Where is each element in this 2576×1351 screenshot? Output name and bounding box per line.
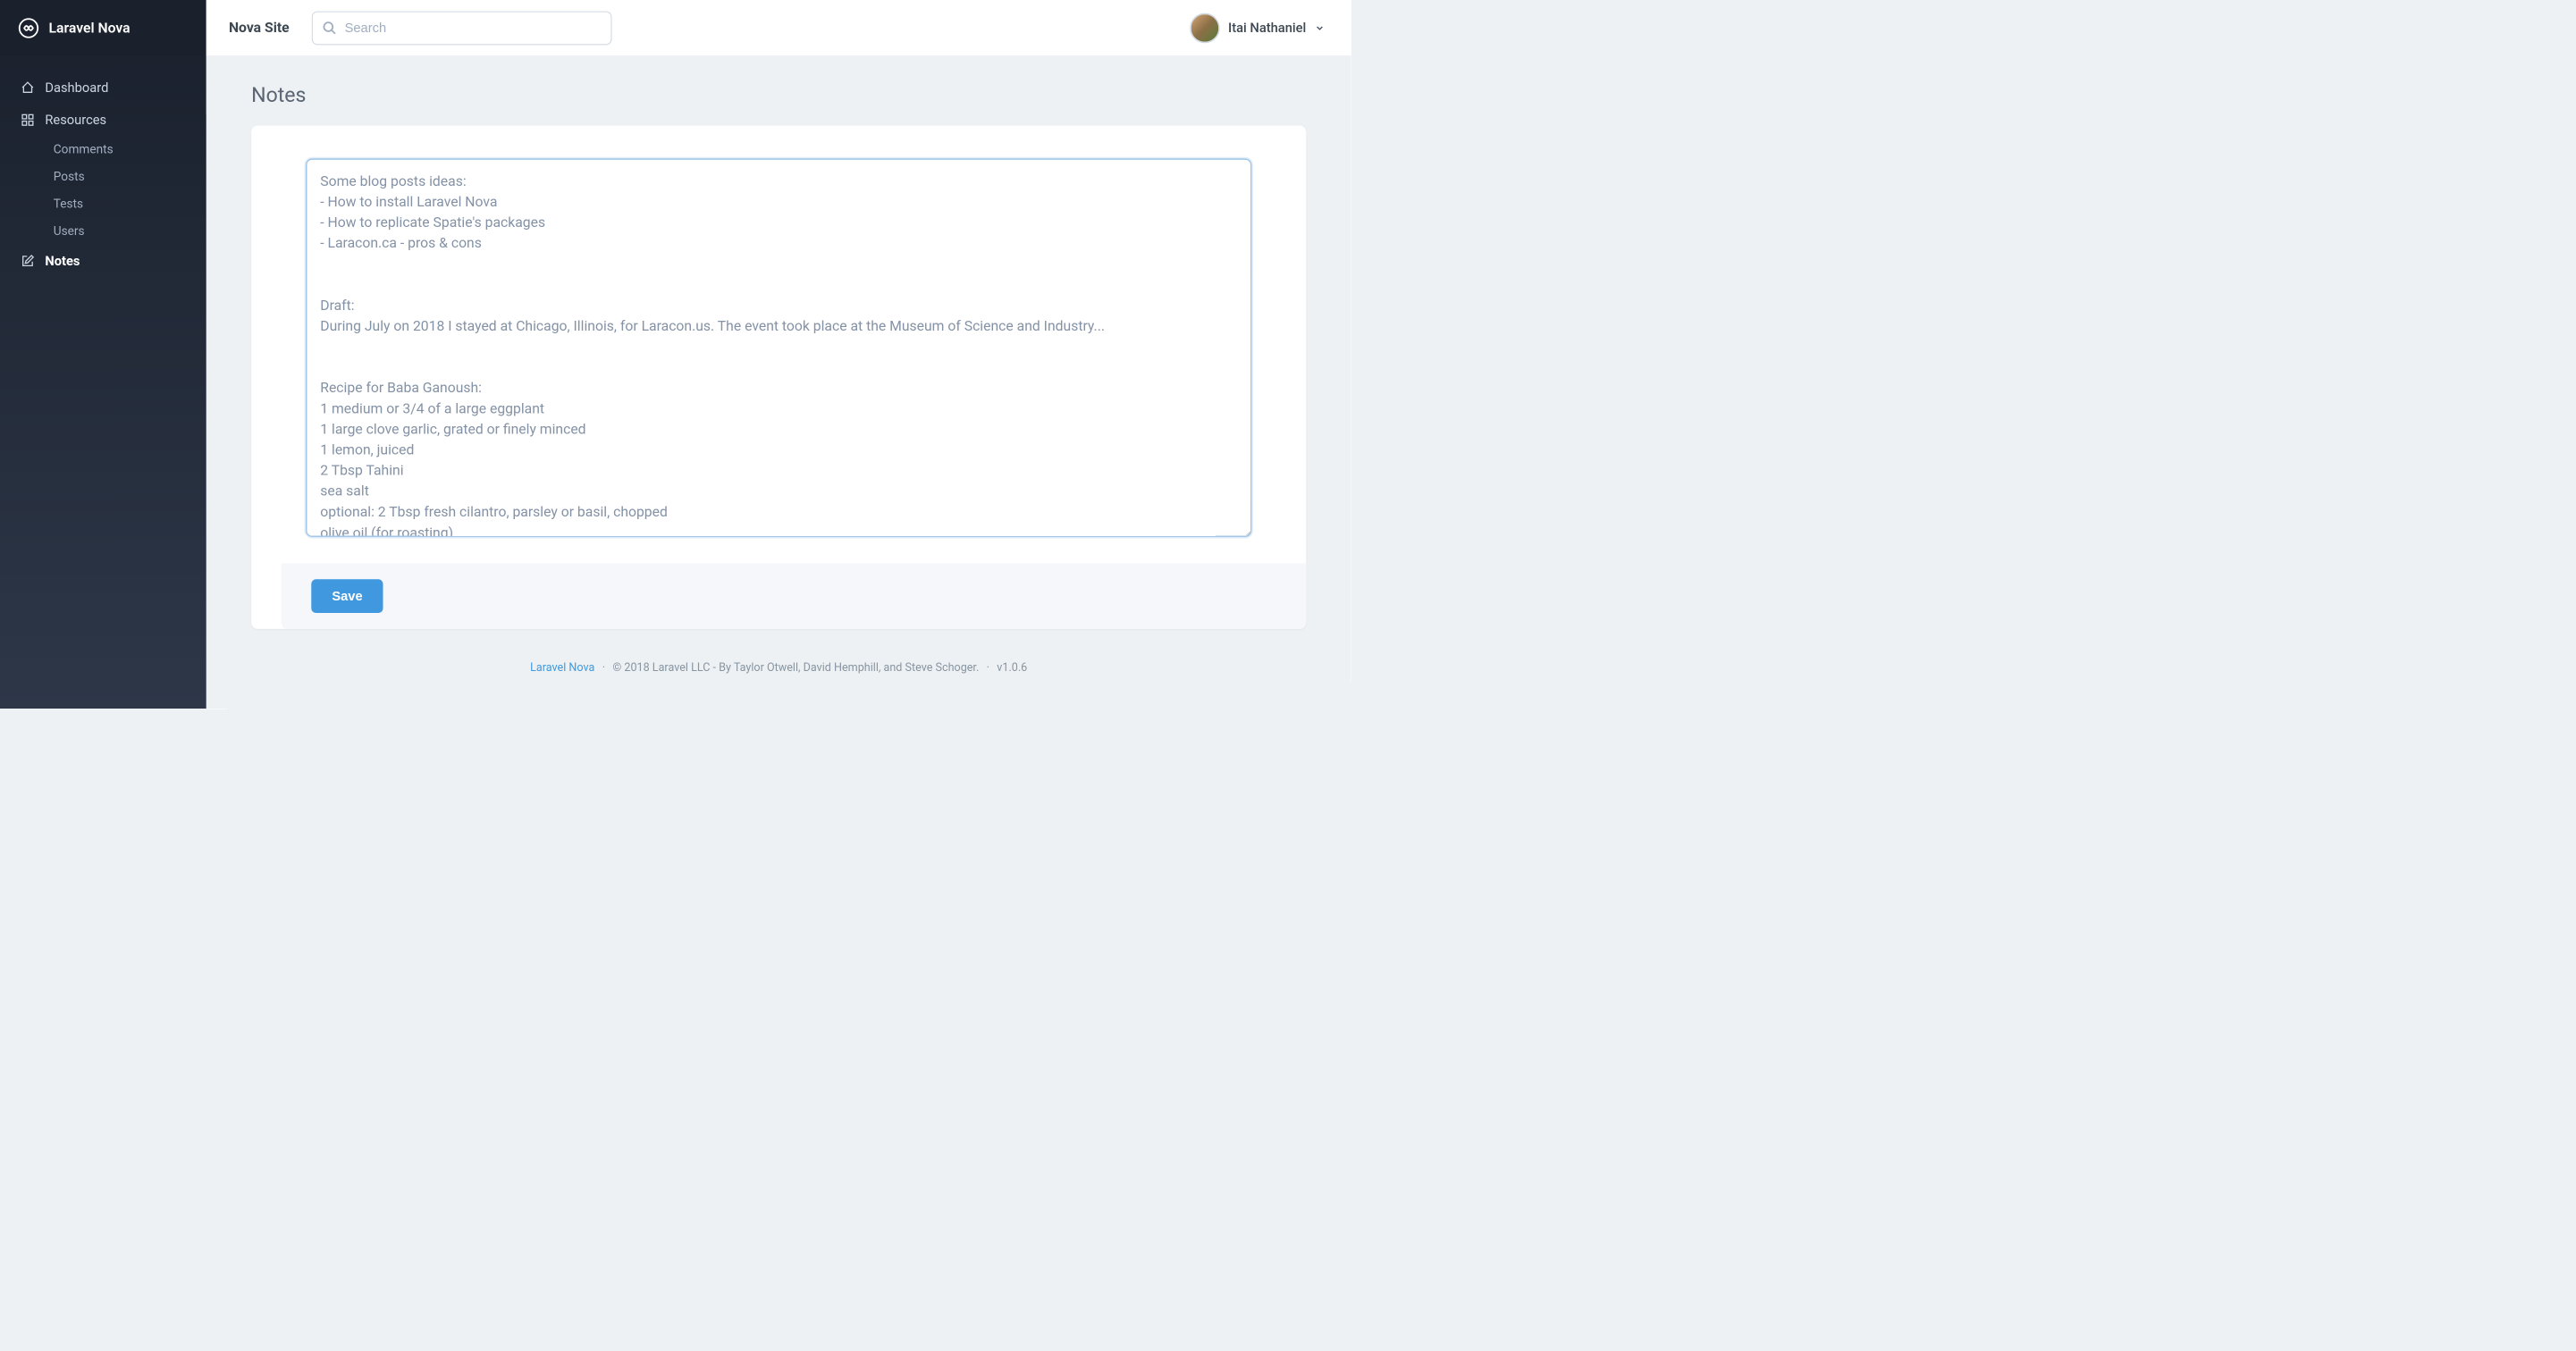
notes-textarea[interactable] bbox=[306, 158, 1251, 537]
main: Nova Site Itai Nathaniel Notes bbox=[206, 0, 1351, 709]
footer-copyright: © 2018 Laravel LLC - By Taylor Otwell, D… bbox=[612, 661, 979, 675]
footer: Laravel Nova · © 2018 Laravel LLC - By T… bbox=[251, 651, 1306, 685]
footer-version: v1.0.6 bbox=[997, 661, 1027, 675]
sidebar-subitem-comments[interactable]: Comments bbox=[33, 136, 206, 163]
page-title: Notes bbox=[251, 82, 1306, 106]
chevron-down-icon bbox=[1315, 22, 1326, 33]
topbar: Nova Site Itai Nathaniel bbox=[206, 0, 1351, 56]
search-icon bbox=[322, 21, 337, 36]
sidebar-item-label: Resources bbox=[45, 112, 106, 127]
sidebar-subitem-users[interactable]: Users bbox=[33, 217, 206, 244]
sidebar-item-notes[interactable]: Notes bbox=[0, 245, 206, 277]
notes-card: Save bbox=[251, 126, 1306, 629]
save-bar: Save bbox=[282, 563, 1307, 628]
footer-link[interactable]: Laravel Nova bbox=[530, 661, 594, 675]
sidebar-subitem-posts[interactable]: Posts bbox=[33, 164, 206, 190]
edit-icon bbox=[21, 254, 35, 268]
home-icon bbox=[21, 80, 35, 95]
sidebar-item-dashboard[interactable]: Dashboard bbox=[0, 71, 206, 104]
content: Notes Save Laravel Nova · © 2018 Laravel… bbox=[206, 56, 1351, 709]
sidebar-resources-list: Comments Posts Tests Users bbox=[0, 136, 206, 245]
grid-icon bbox=[21, 113, 35, 127]
sidebar-item-resources[interactable]: Resources bbox=[0, 104, 206, 136]
sidebar-item-label: Notes bbox=[45, 253, 80, 268]
search-wrapper bbox=[312, 11, 612, 45]
site-name: Nova Site bbox=[229, 20, 290, 36]
sidebar-nav: Dashboard Resources Comments Posts Tests… bbox=[0, 56, 206, 292]
brand-title: Laravel Nova bbox=[49, 20, 130, 36]
nova-logo-icon bbox=[18, 17, 39, 38]
sidebar-subitem-tests[interactable]: Tests bbox=[33, 190, 206, 217]
search-input[interactable] bbox=[312, 11, 612, 45]
avatar bbox=[1190, 13, 1220, 43]
sidebar-header: Laravel Nova bbox=[0, 0, 206, 56]
save-button[interactable]: Save bbox=[311, 579, 383, 613]
sidebar: Laravel Nova Dashboard Resources Comment… bbox=[0, 0, 206, 709]
sidebar-item-label: Dashboard bbox=[45, 80, 108, 95]
user-name: Itai Nathaniel bbox=[1228, 21, 1306, 36]
user-menu[interactable]: Itai Nathaniel bbox=[1190, 13, 1328, 43]
